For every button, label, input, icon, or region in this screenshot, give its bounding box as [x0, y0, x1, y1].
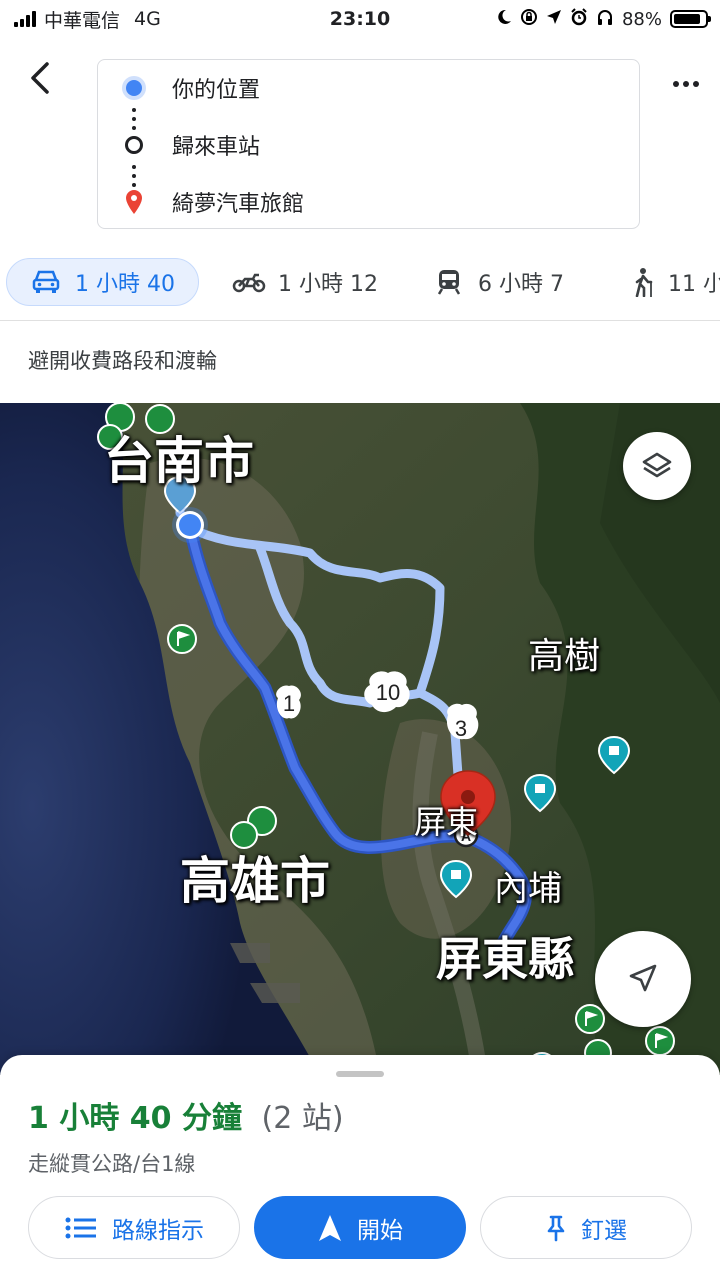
- stop-row[interactable]: 歸來車站: [98, 125, 639, 165]
- moon-icon: [496, 9, 512, 30]
- navigate-location-button[interactable]: [595, 931, 691, 1027]
- directions-list-label: 路線指示: [112, 1217, 204, 1244]
- divider: [0, 320, 720, 321]
- route-badge-1: 1: [276, 685, 301, 719]
- rotation-lock-icon: [520, 8, 538, 31]
- pin-icon: [545, 1214, 567, 1242]
- back-arrow-icon: [31, 62, 49, 94]
- tab-walking[interactable]: 11 小: [626, 258, 720, 306]
- travel-mode-tabs: 1 小時 40 1 小時 12 6 小時 7 11 小: [0, 256, 720, 310]
- tab-transit[interactable]: 6 小時 7: [432, 258, 564, 306]
- tab-transit-label: 6 小時 7: [478, 272, 564, 297]
- map-label-neipu: 內埔: [494, 869, 562, 909]
- headphones-icon: [596, 8, 614, 31]
- map-label-kaohsiung: 高雄市: [180, 852, 330, 910]
- destination-label: 綺夢汽車旅館: [172, 192, 305, 217]
- svg-text:1: 1: [283, 691, 295, 716]
- battery-icon: [670, 10, 711, 28]
- destination-row[interactable]: 綺夢汽車旅館: [98, 182, 639, 222]
- layers-button[interactable]: [623, 432, 691, 500]
- map-label-pingtung-county: 屏東縣: [436, 932, 574, 986]
- navigation-arrow-icon: [629, 964, 657, 992]
- route-stops-panel: 你的位置 歸來車站 綺夢汽車旅館: [97, 59, 640, 229]
- drag-handle[interactable]: [336, 1071, 384, 1077]
- directions-list-button[interactable]: 路線指示: [28, 1196, 240, 1259]
- train-icon: [432, 267, 466, 297]
- pin-label: 釘選: [581, 1217, 627, 1244]
- alarm-icon: [570, 7, 588, 31]
- origin-row[interactable]: 你的位置: [98, 68, 639, 108]
- tab-walking-label: 11 小: [668, 272, 720, 297]
- route-options-text[interactable]: 避開收費路段和渡輪: [28, 345, 217, 375]
- tab-driving[interactable]: 1 小時 40: [6, 258, 199, 306]
- signal-icon: [14, 11, 36, 27]
- route-summary: 1 小時 40 分鐘 (2 站): [28, 1093, 344, 1137]
- origin-label: 你的位置: [172, 78, 261, 103]
- pin-route-button[interactable]: 釘選: [480, 1196, 692, 1259]
- start-label: 開始: [357, 1217, 403, 1244]
- battery-percent: 88%: [621, 8, 662, 30]
- layers-icon: [642, 452, 672, 478]
- map-label-gaoshu: 高樹: [528, 636, 601, 677]
- destination-pin-icon: [126, 190, 142, 214]
- location-arrow-icon: [546, 9, 562, 30]
- map-view[interactable]: 1 10 3 A 台南市 高雄市 屏東縣 屏東 高樹 內埔: [0, 403, 720, 1075]
- tab-driving-label: 1 小時 40: [75, 272, 175, 297]
- list-icon: [64, 1216, 98, 1240]
- car-icon: [29, 267, 63, 297]
- route-via: 走縱貫公路/台1線: [28, 1152, 196, 1176]
- waypoint-icon: [125, 136, 143, 154]
- carrier-name: 中華電信: [44, 9, 121, 32]
- origin-location-icon: [172, 507, 208, 543]
- map-label-pingtung: 屏東: [414, 803, 479, 841]
- route-summary-sheet: 1 小時 40 分鐘 (2 站) 走縱貫公路/台1線 路線指示 開始 釘選: [0, 1055, 720, 1280]
- tab-motorcycle-label: 1 小時 12: [278, 272, 378, 297]
- network-type: 4G: [134, 8, 161, 30]
- more-options-button[interactable]: [664, 64, 708, 104]
- park-marker-icon: [167, 624, 197, 654]
- stop-label: 歸來車站: [172, 135, 261, 160]
- route-duration: 1 小時 40 分鐘: [28, 1101, 242, 1136]
- route-stop-count: (2 站): [261, 1101, 344, 1136]
- map-label-tainan: 台南市: [104, 432, 254, 490]
- navigation-arrow-icon: [317, 1213, 343, 1243]
- motorcycle-icon: [232, 267, 266, 297]
- tab-motorcycle[interactable]: 1 小時 12: [232, 258, 378, 306]
- svg-text:10: 10: [376, 680, 400, 705]
- svg-text:3: 3: [455, 716, 467, 741]
- current-location-icon: [126, 80, 142, 96]
- back-button[interactable]: [18, 56, 62, 100]
- status-bar: 中華電信 4G 23:10 88%: [0, 0, 720, 38]
- start-navigation-button[interactable]: 開始: [254, 1196, 466, 1259]
- walking-icon: [626, 267, 660, 297]
